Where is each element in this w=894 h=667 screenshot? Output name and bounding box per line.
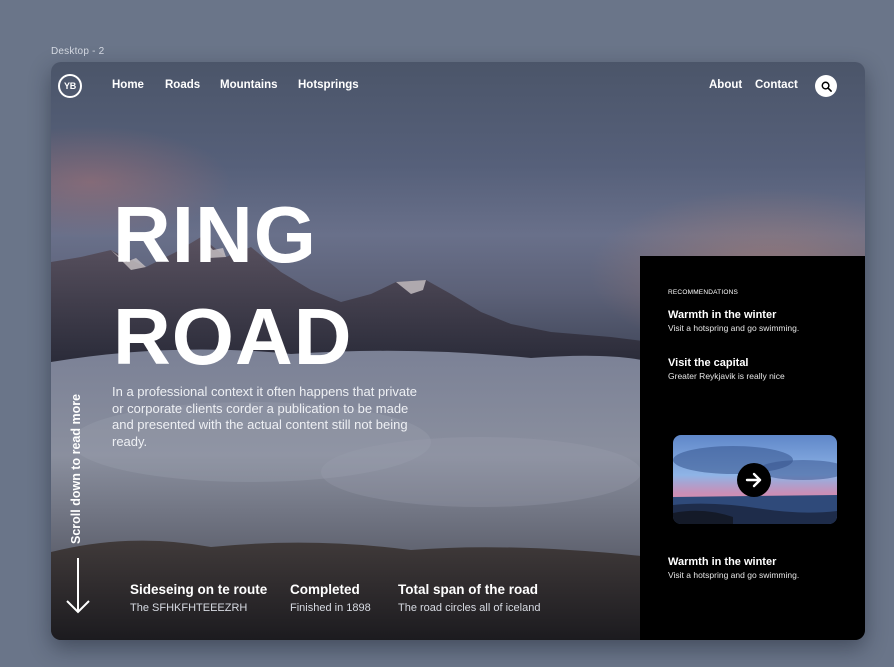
nav-link-about[interactable]: About: [709, 79, 742, 91]
search-button[interactable]: [815, 75, 837, 97]
nav-link-mountains[interactable]: Mountains: [220, 79, 278, 91]
recommendation-subtitle: Visit a hotspring and go swimming.: [668, 323, 800, 333]
nav-link-roads[interactable]: Roads: [165, 79, 200, 91]
recommendation-item[interactable]: Warmth in the winter Visit a hotspring a…: [668, 309, 799, 333]
stat-sightseeing: Sideseing on te route The SFHKFHTEEEZRH: [130, 582, 267, 614]
recommendation-subtitle: Greater Reykjavik is really nice: [668, 371, 785, 381]
hero-body-text: In a professional context it often happe…: [112, 384, 417, 449]
stat-total-span: Total span of the road The road circles …: [398, 582, 540, 614]
arrow-right-icon: [745, 472, 762, 488]
recommendations-label: RECOMMENDATIONS: [668, 289, 739, 296]
recommendations-panel: RECOMMENDATIONS Warmth in the winter Vis…: [640, 256, 865, 640]
hero-title-line-1: RING: [113, 190, 317, 279]
stat-title: Completed: [290, 582, 360, 597]
scroll-hint-text[interactable]: Scroll down to read more: [69, 394, 83, 544]
recommendation-subtitle: Visit a hotspring and go swimming.: [668, 570, 800, 580]
stat-title: Sideseing on te route: [130, 582, 268, 597]
recommendation-title: Visit the capital: [668, 357, 749, 369]
recommendation-title: Warmth in the winter: [668, 309, 777, 321]
stat-subtitle: The SFHKFHTEEEZRH: [130, 602, 248, 614]
nav-link-hotsprings[interactable]: Hotsprings: [298, 79, 359, 91]
recommendation-arrow-button[interactable]: [737, 463, 771, 497]
hero-title-line-2: ROAD: [113, 292, 353, 381]
hero-title: RING ROAD: [113, 184, 353, 388]
stat-completed: Completed Finished in 1898: [290, 582, 371, 614]
recommendation-item[interactable]: Visit the capital Greater Reykjavik is r…: [668, 357, 785, 381]
hero-card: YB Home Roads Mountains Hotsprings About…: [51, 62, 865, 640]
frame-label: Desktop - 2: [51, 46, 105, 57]
arrow-down-icon[interactable]: [65, 556, 91, 616]
nav-link-home[interactable]: Home: [112, 79, 144, 91]
recommendation-title: Warmth in the winter: [668, 556, 777, 568]
recommendation-item[interactable]: Warmth in the winter Visit a hotspring a…: [668, 556, 799, 580]
search-icon: [821, 81, 832, 92]
recommendation-image[interactable]: [673, 435, 837, 524]
stat-subtitle: The road circles all of iceland: [398, 602, 541, 614]
stat-title: Total span of the road: [398, 582, 539, 597]
stat-subtitle: Finished in 1898: [290, 602, 371, 614]
logo[interactable]: YB: [58, 74, 82, 98]
nav-link-contact[interactable]: Contact: [755, 79, 798, 91]
